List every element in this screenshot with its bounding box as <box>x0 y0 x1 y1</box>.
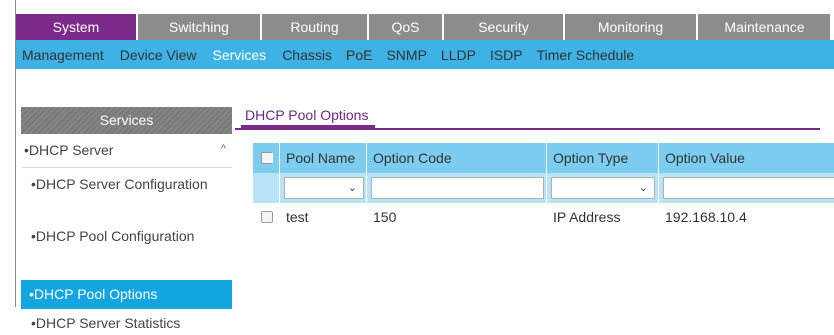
section-title-underline <box>241 125 375 128</box>
option-type-filter-cell: ⌄ <box>547 173 659 203</box>
sidebar-header: Services <box>21 107 232 134</box>
filter-spacer <box>253 173 280 203</box>
subnav-lldp[interactable]: LLDP <box>435 47 476 63</box>
option-value-input[interactable] <box>663 177 834 199</box>
subnav-poe[interactable]: PoE <box>340 47 372 63</box>
sidebar-item-label: DHCP Server Configuration <box>35 176 208 192</box>
sidebar-item-dhcp-server-configuration[interactable]: •DHCP Server Configuration <box>21 168 232 222</box>
tab-system[interactable]: System <box>16 14 138 40</box>
tab-routing[interactable]: Routing <box>262 14 369 40</box>
sidebar-item-label: DHCP Server Statistics <box>35 315 181 331</box>
row-checkbox-cell <box>253 211 280 223</box>
tab-security[interactable]: Security <box>444 14 565 40</box>
option-type-select[interactable]: ⌄ <box>551 177 655 199</box>
tab-qos[interactable]: QoS <box>369 14 444 40</box>
section-divider <box>235 128 820 130</box>
option-value-filter-cell <box>659 173 834 203</box>
sidebar-item-dhcp-server-statistics[interactable]: •DHCP Server Statistics <box>21 309 232 335</box>
subnav-isdp[interactable]: ISDP <box>484 47 523 63</box>
subnav-chassis[interactable]: Chassis <box>276 47 332 63</box>
chevron-down-icon: ⌄ <box>638 182 648 194</box>
pool-name-filter-cell: ⌄ <box>280 173 367 203</box>
pool-options-table: Pool Name Option Code Option Type Option… <box>253 143 834 231</box>
tab-maintenance[interactable]: Maintenance <box>698 14 831 40</box>
main-tabs: System Switching Routing QoS Security Mo… <box>16 14 834 40</box>
select-all-checkbox[interactable] <box>261 152 273 164</box>
subnav-timer-schedule[interactable]: Timer Schedule <box>531 47 635 63</box>
subnav-device-view[interactable]: Device View <box>114 47 197 63</box>
sub-nav: Management Device View Services Chassis … <box>16 40 834 69</box>
col-option-value[interactable]: Option Value <box>659 143 834 173</box>
chevron-up-icon[interactable]: ^ <box>221 143 226 155</box>
sidebar-item-dhcp-pool-configuration[interactable]: •DHCP Pool Configuration <box>21 222 232 280</box>
app-frame: System Switching Routing QoS Security Mo… <box>15 0 834 331</box>
filter-row: ⌄ ⌄ <box>253 173 834 203</box>
cell-pool-name: test <box>286 209 309 225</box>
option-code-input[interactable] <box>371 177 544 199</box>
col-option-type[interactable]: Option Type <box>547 143 659 173</box>
sidebar-group-dhcp-server[interactable]: •DHCP Server ^ <box>21 134 232 168</box>
chevron-down-icon: ⌄ <box>347 182 357 194</box>
sidebar-group-label: DHCP Server <box>28 142 114 158</box>
cell-option-value: 192.168.10.4 <box>665 209 747 225</box>
sidebar-item-label: DHCP Pool Configuration <box>35 228 195 244</box>
table-header: Pool Name Option Code Option Type Option… <box>253 143 834 173</box>
sidebar-item-label: DHCP Pool Options <box>33 286 158 302</box>
main-tabs-edge <box>830 14 834 40</box>
col-pool-name[interactable]: Pool Name <box>280 143 367 173</box>
section-title: DHCP Pool Options <box>245 107 369 123</box>
pool-name-select[interactable]: ⌄ <box>284 177 364 199</box>
table-row[interactable]: test 150 IP Address 192.168.10.4 <box>253 203 834 231</box>
cell-option-type: IP Address <box>553 209 621 225</box>
option-code-filter-cell <box>367 173 547 203</box>
sidebar: Services •DHCP Server ^ •DHCP Server Con… <box>21 107 232 331</box>
subnav-snmp[interactable]: SNMP <box>380 47 426 63</box>
row-checkbox[interactable] <box>261 211 273 223</box>
col-option-code[interactable]: Option Code <box>367 143 547 173</box>
cell-option-code: 150 <box>373 209 397 225</box>
tab-monitoring[interactable]: Monitoring <box>565 14 698 40</box>
select-all-cell <box>253 143 280 173</box>
subnav-services[interactable]: Services <box>207 47 267 63</box>
tab-switching[interactable]: Switching <box>138 14 262 40</box>
subnav-management[interactable]: Management <box>16 47 104 63</box>
sidebar-item-dhcp-pool-options[interactable]: •DHCP Pool Options <box>21 280 232 309</box>
